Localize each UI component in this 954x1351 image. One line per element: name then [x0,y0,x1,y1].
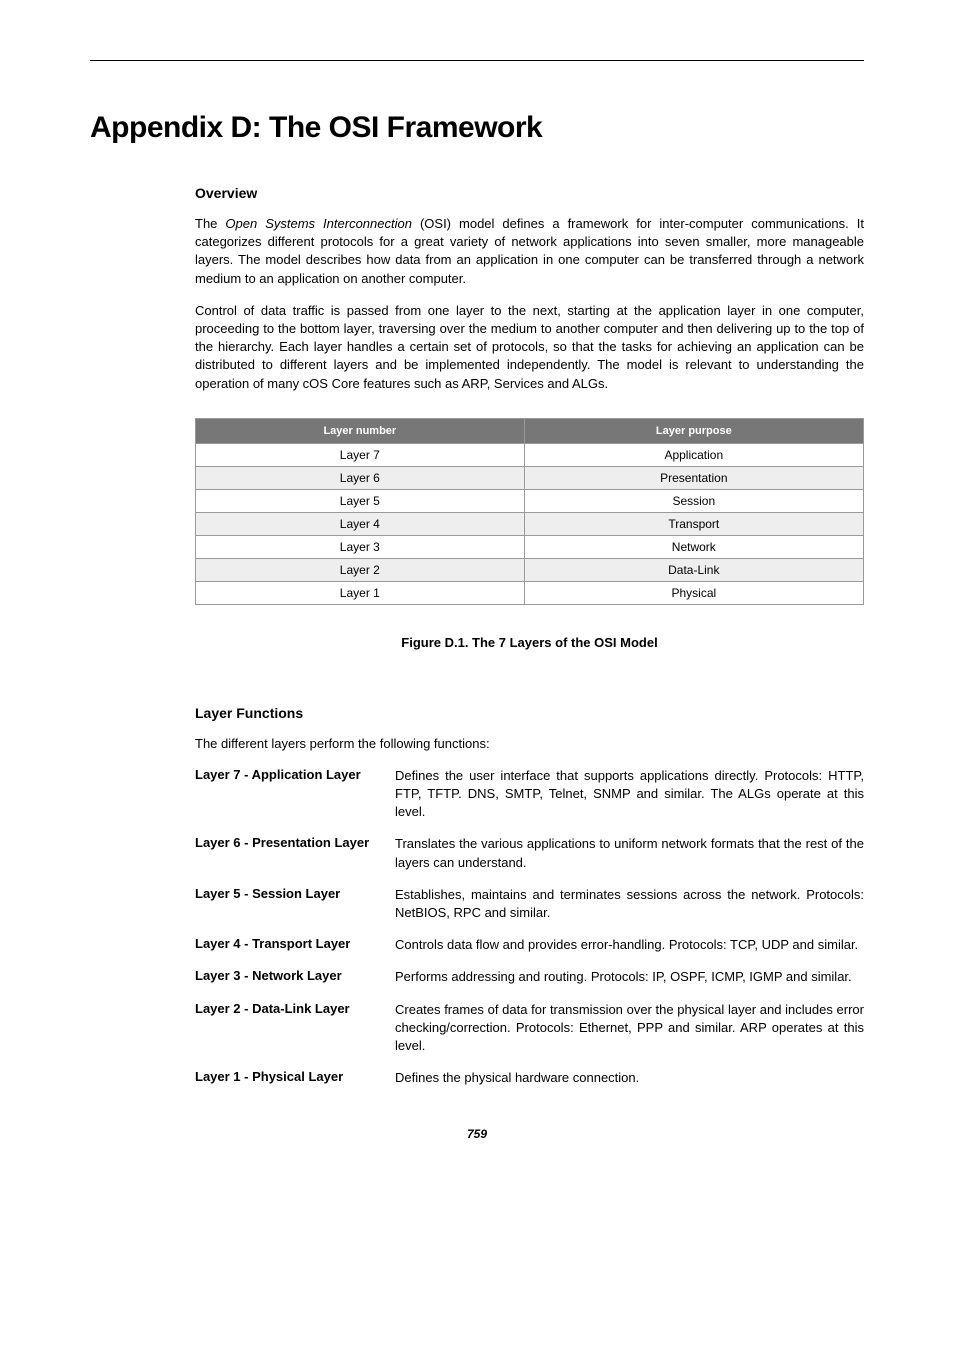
layer-label: Layer 5 - Session Layer [195,886,395,922]
table-row: Layer 3 Network [196,535,864,558]
overview-paragraph-1: The Open Systems Interconnection (OSI) m… [195,215,864,288]
table-row: Layer 1 Physical [196,581,864,604]
layer-item: Layer 3 - Network Layer Performs address… [195,968,864,986]
table-cell: Network [524,535,863,558]
layer-label: Layer 3 - Network Layer [195,968,395,986]
layer-description: Establishes, maintains and terminates se… [395,886,864,922]
layer-label: Layer 1 - Physical Layer [195,1069,395,1087]
layer-item: Layer 4 - Transport Layer Controls data … [195,936,864,954]
table-cell: Layer 2 [196,558,525,581]
top-rule [90,60,864,61]
layer-item: Layer 7 - Application Layer Defines the … [195,767,864,822]
layer-description: Defines the physical hardware connection… [395,1069,864,1087]
table-row: Layer 6 Presentation [196,466,864,489]
table-cell: Transport [524,512,863,535]
overview-paragraph-2: Control of data traffic is passed from o… [195,302,864,393]
table-cell: Data-Link [524,558,863,581]
layer-list: Layer 7 - Application Layer Defines the … [195,767,864,1087]
table-cell: Layer 1 [196,581,525,604]
table-row: Layer 2 Data-Link [196,558,864,581]
layer-description: Performs addressing and routing. Protoco… [395,968,864,986]
layer-item: Layer 2 - Data-Link Layer Creates frames… [195,1001,864,1056]
overview-heading: Overview [195,185,864,201]
table-cell: Layer 3 [196,535,525,558]
content-area: Overview The Open Systems Interconnectio… [90,185,864,1087]
layer-label: Layer 6 - Presentation Layer [195,835,395,871]
table-cell: Layer 4 [196,512,525,535]
layer-functions-heading: Layer Functions [195,705,864,721]
layer-label: Layer 4 - Transport Layer [195,936,395,954]
table-cell: Application [524,443,863,466]
layer-item: Layer 1 - Physical Layer Defines the phy… [195,1069,864,1087]
table-cell: Layer 7 [196,443,525,466]
page-title: Appendix D: The OSI Framework [90,111,864,145]
table-cell: Session [524,489,863,512]
table-cell: Layer 6 [196,466,525,489]
table-row: Layer 5 Session [196,489,864,512]
layer-label: Layer 7 - Application Layer [195,767,395,822]
layer-description: Translates the various applications to u… [395,835,864,871]
para1-prefix: The [195,216,225,231]
table-cell: Layer 5 [196,489,525,512]
layer-label: Layer 2 - Data-Link Layer [195,1001,395,1056]
osi-layers-table: Layer number Layer purpose Layer 7 Appli… [195,418,864,605]
table-header-row: Layer number Layer purpose [196,418,864,443]
table-header-purpose: Layer purpose [524,418,863,443]
layer-description: Defines the user interface that supports… [395,767,864,822]
layer-item: Layer 5 - Session Layer Establishes, mai… [195,886,864,922]
table-header-number: Layer number [196,418,525,443]
table-row: Layer 4 Transport [196,512,864,535]
layer-functions-intro: The different layers perform the followi… [195,735,864,753]
table-cell: Presentation [524,466,863,489]
layer-description: Controls data flow and provides error-ha… [395,936,864,954]
layer-item: Layer 6 - Presentation Layer Translates … [195,835,864,871]
figure-caption: Figure D.1. The 7 Layers of the OSI Mode… [195,635,864,650]
layer-description: Creates frames of data for transmission … [395,1001,864,1056]
table-cell: Physical [524,581,863,604]
page-number: 759 [90,1127,864,1141]
table-row: Layer 7 Application [196,443,864,466]
para1-italic: Open Systems Interconnection [225,216,412,231]
